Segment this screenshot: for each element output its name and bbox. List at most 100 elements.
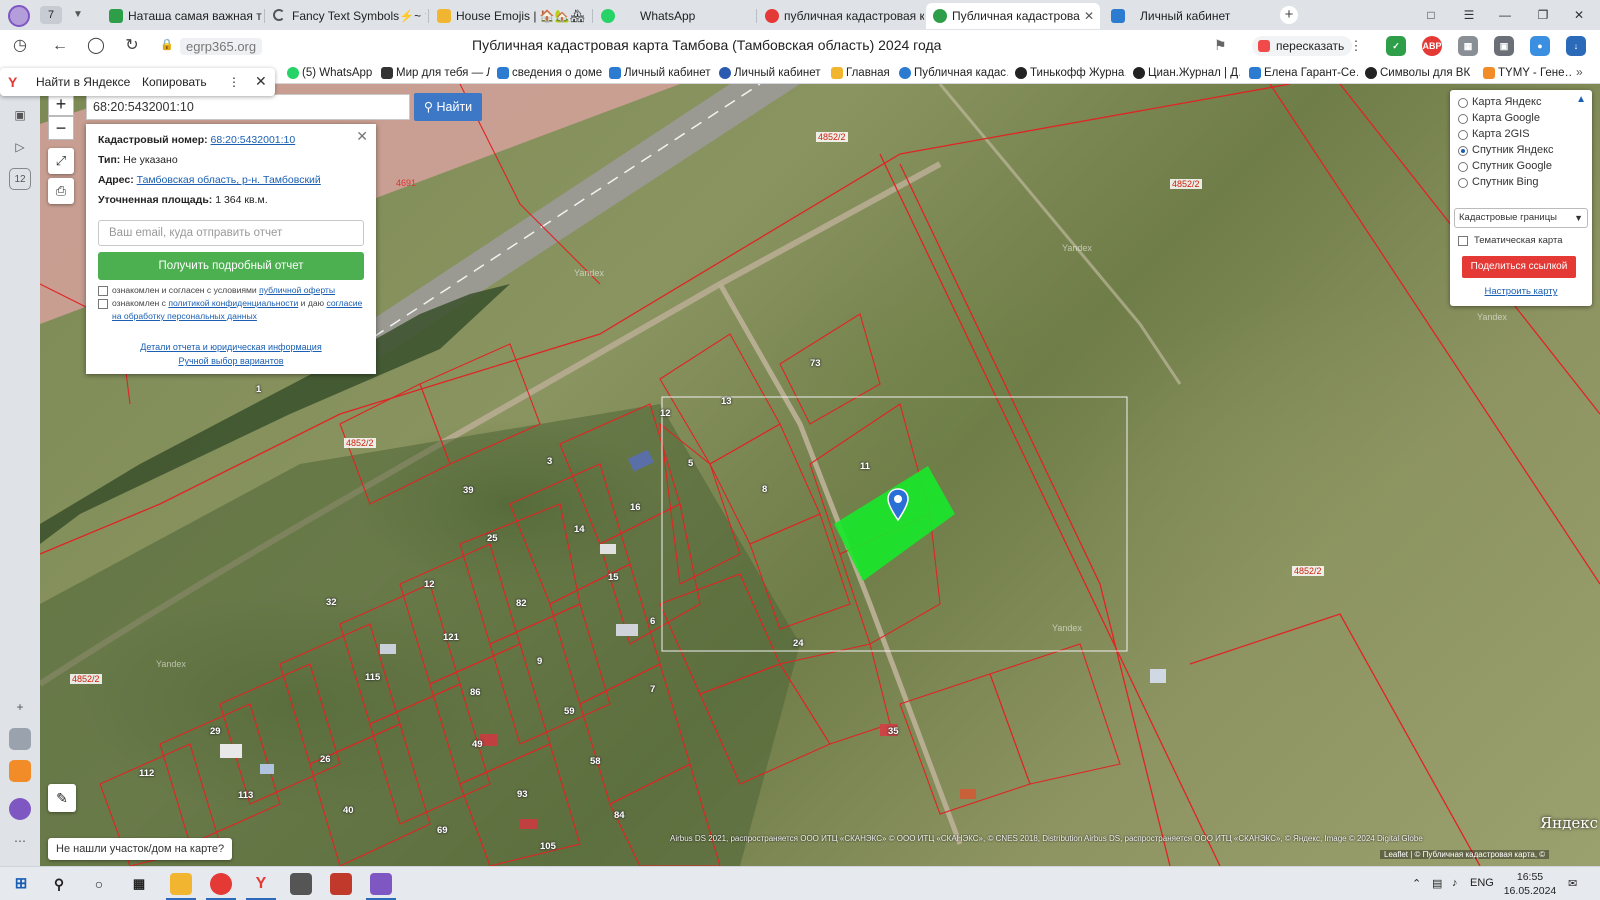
tab-whatsapp[interactable]: WhatsApp (594, 3, 754, 29)
layer-bing-satellite[interactable]: Спутник Bing (1458, 176, 1539, 188)
profile-avatar[interactable] (8, 5, 30, 27)
chevron-down-icon[interactable]: ▼ (70, 6, 86, 24)
tab-natasha[interactable]: Наташа самая важная та… (102, 3, 262, 29)
get-report-button[interactable]: Получить подробный отчет (98, 252, 364, 280)
tab-yandex-search[interactable]: публичная кадастровая к… (758, 3, 924, 29)
more-horizontal-icon[interactable]: ⋯ (9, 830, 31, 852)
url-field[interactable]: egrp365.org (180, 38, 263, 55)
bookmark-garant[interactable]: Елена Гарант-Се… (1248, 65, 1358, 81)
minimize-button[interactable]: — (1494, 4, 1516, 26)
print-icon[interactable]: ⎙ (48, 178, 74, 204)
leaflet-attribution[interactable]: Leaflet | © Публичная кадастровая карта,… (1380, 850, 1550, 859)
bookmark-cabinet-1[interactable]: Личный кабинет (608, 65, 712, 81)
search-icon[interactable]: ⚲ (48, 873, 70, 895)
bookmark-main[interactable]: Главная (830, 65, 892, 81)
collections-icon[interactable]: □ (1420, 4, 1442, 26)
layer-2gis-map[interactable]: Карта 2GIS (1458, 128, 1530, 140)
bookmark-tymy[interactable]: TYMY - Гене… (1482, 65, 1572, 81)
search-button[interactable]: ⚲ Найти (414, 93, 482, 121)
app-icon[interactable] (370, 873, 392, 895)
layer-google-map[interactable]: Карта Google (1458, 112, 1540, 124)
find-in-yandex-button[interactable]: Найти в Яндексе (36, 75, 130, 89)
calculator-icon[interactable] (290, 873, 312, 895)
alice-icon[interactable] (9, 798, 31, 820)
layer-yandex-satellite[interactable]: Спутник Яндекс (1458, 144, 1554, 156)
bookmark-icon[interactable]: ⚑ (1214, 37, 1227, 54)
extension-icon[interactable]: ▦ (1458, 36, 1478, 56)
location-pin-icon[interactable] (886, 488, 910, 522)
add-icon[interactable]: + (9, 696, 31, 718)
adblock-extension-icon[interactable]: ABP (1422, 36, 1442, 56)
layer-google-satellite[interactable]: Спутник Google (1458, 160, 1552, 172)
bookmark-tinkoff[interactable]: Тинькофф Журна… (1014, 65, 1126, 81)
bookmark-whatsapp[interactable]: (5) WhatsApp (286, 65, 374, 81)
overlay-select[interactable]: Кадастровые границы ▼ (1454, 208, 1588, 228)
fullscreen-icon[interactable]: ⤢ (48, 148, 74, 174)
explorer-icon[interactable] (170, 873, 192, 895)
download-icon[interactable]: ↓ (1566, 36, 1586, 56)
new-tab-button[interactable]: + (1280, 6, 1298, 24)
chevron-up-icon[interactable]: ▲ (1576, 94, 1586, 105)
setup-map-link[interactable]: Настроить карту (1485, 286, 1558, 297)
bookmark-cabinet-2[interactable]: Личный кабинет (718, 65, 822, 81)
details-link[interactable]: Детали отчета и юридическая информация (140, 342, 321, 352)
chevron-up-icon[interactable]: ⌃ (1412, 877, 1421, 890)
bookmark-house-info[interactable]: сведения о доме (496, 65, 602, 81)
manual-select-link[interactable]: Ручной выбор вариантов (178, 356, 283, 366)
vpn-extension-icon[interactable]: ● (1530, 36, 1550, 56)
layer-yandex-map[interactable]: Карта Яндекс (1458, 96, 1541, 108)
more-vertical-icon[interactable]: ⋮ (1346, 36, 1366, 56)
app-icon[interactable] (330, 873, 352, 895)
close-icon[interactable]: ✕ (356, 128, 368, 145)
cortana-icon[interactable]: ○ (88, 873, 110, 895)
language-indicator[interactable]: ENG (1470, 877, 1494, 889)
calendar-icon[interactable]: 12 (9, 168, 31, 190)
offer-checkbox[interactable] (98, 286, 108, 296)
bookmark-cadastral[interactable]: Публичная кадас… (898, 65, 1008, 81)
copy-button[interactable]: Копировать (142, 75, 207, 89)
close-icon[interactable]: ✕ (1084, 3, 1094, 29)
tab-count-badge[interactable]: 7 (40, 6, 62, 24)
tab-personal-cabinet[interactable]: Личный кабинет (1104, 3, 1270, 29)
menu-icon[interactable]: ☰ (1458, 4, 1480, 26)
shield-extension-icon[interactable]: ✓ (1386, 36, 1406, 56)
bookmark-cian[interactable]: Циан.Журнал | Д… (1132, 65, 1240, 81)
tab-fancy-text[interactable]: Fancy Text Symbols⚡~ ♛ (266, 3, 426, 29)
chevron-right-icon[interactable]: » (1576, 65, 1583, 79)
tab-house-emojis[interactable]: House Emojis | 🏠🏡🏘 (430, 3, 590, 29)
screenshot-icon[interactable]: ▣ (9, 104, 31, 126)
history-icon[interactable]: ◷ (10, 36, 30, 56)
bookmark-vk-symbols[interactable]: Символы для ВК (1364, 65, 1476, 81)
email-input[interactable]: Ваш email, куда отправить отчет (98, 220, 364, 246)
mail-icon[interactable] (9, 760, 31, 782)
more-vertical-icon[interactable]: ⋮ (228, 75, 240, 89)
windows-start-icon[interactable]: ⊞ (10, 873, 32, 895)
address-link[interactable]: Тамбовская область, р-н. Тамбовский (137, 174, 321, 186)
ruler-icon[interactable]: ✎ (48, 784, 76, 812)
puzzle-extension-icon[interactable]: ▣ (1494, 36, 1514, 56)
zoom-out-button[interactable]: − (48, 116, 74, 140)
not-found-button[interactable]: Не нашли участок/дом на карте? (48, 838, 233, 860)
yandex-protect-icon[interactable]: ◯ (86, 36, 106, 56)
clock[interactable]: 16:55 16.05.2024 (1500, 870, 1560, 898)
restore-button[interactable]: ❐ (1532, 4, 1554, 26)
thematic-checkbox[interactable] (1458, 236, 1468, 246)
retell-button[interactable]: пересказать (1252, 36, 1353, 56)
play-circle-icon[interactable]: ▷ (9, 136, 31, 158)
network-icon[interactable]: ▤ (1432, 877, 1442, 890)
task-view-icon[interactable]: ▦ (128, 873, 150, 895)
bookmark-mir[interactable]: Мир для тебя — Л… (380, 65, 490, 81)
cadastral-map[interactable]: 13 12 73 11 5 8 3 39 16 14 25 15 12 82 3… (40, 84, 1600, 866)
gallery-icon[interactable] (9, 728, 31, 750)
lock-icon[interactable]: 🔒 (160, 38, 174, 51)
privacy-checkbox[interactable] (98, 299, 108, 309)
privacy-link[interactable]: политикой конфиденциальности (168, 298, 298, 308)
share-link-button[interactable]: Поделиться ссылкой (1462, 256, 1576, 278)
tab-cadastral-map[interactable]: Публичная кадастрова ✕ (926, 3, 1100, 29)
chrome-icon[interactable] (210, 873, 232, 895)
close-window-button[interactable]: ✕ (1568, 4, 1590, 26)
close-icon[interactable]: ✕ (255, 73, 267, 90)
back-button[interactable]: ← (50, 36, 70, 56)
yandex-browser-icon[interactable]: Y (250, 873, 272, 895)
volume-icon[interactable]: ♪ (1452, 877, 1458, 889)
